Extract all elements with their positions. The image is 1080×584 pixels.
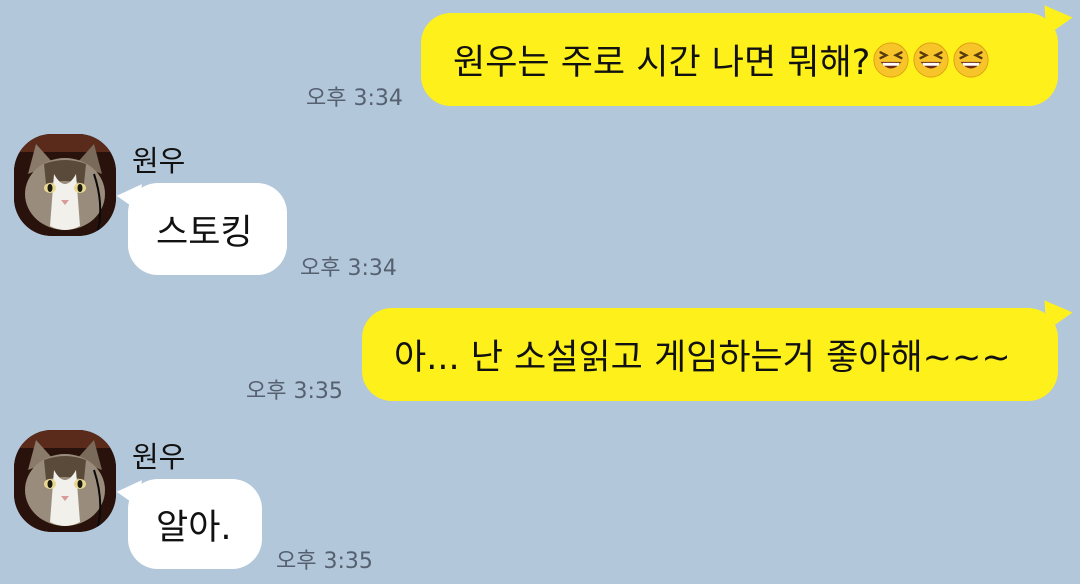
- other-message-bubble[interactable]: 스토킹: [128, 183, 287, 275]
- other-message-bubble[interactable]: 알아.: [128, 479, 262, 569]
- avatar[interactable]: [14, 134, 116, 236]
- message-time: 오후 3:34: [306, 86, 403, 111]
- sender-name: 원우: [132, 144, 186, 178]
- message-time: 오후 3:35: [246, 379, 343, 404]
- laughing-face-icon: [913, 41, 949, 78]
- message-text: 아... 난 소설읽고 게임하는거 좋아해~~~: [394, 338, 1011, 378]
- message-time: 오후 3:35: [276, 549, 373, 574]
- laughing-face-icon: [873, 41, 909, 78]
- message-time: 오후 3:34: [300, 256, 397, 281]
- my-message-bubble[interactable]: 원우는 주로 시간 나면 뭐해?: [421, 13, 1058, 106]
- avatar[interactable]: [14, 430, 116, 532]
- message-text: 스토킹: [156, 212, 253, 253]
- message-text: 원우는 주로 시간 나면 뭐해?: [453, 43, 871, 83]
- my-message-bubble[interactable]: 아... 난 소설읽고 게임하는거 좋아해~~~: [362, 308, 1058, 401]
- chat-area[interactable]: 원우는 주로 시간 나면 뭐해? 오후 3:34 원우 스토킹 오후 3:34 …: [0, 0, 1080, 584]
- message-text: 알아.: [156, 507, 232, 548]
- cat-avatar-image: [14, 134, 116, 236]
- laughing-face-icon: [953, 41, 989, 78]
- cat-avatar-image: [14, 430, 116, 532]
- sender-name: 원우: [132, 440, 186, 474]
